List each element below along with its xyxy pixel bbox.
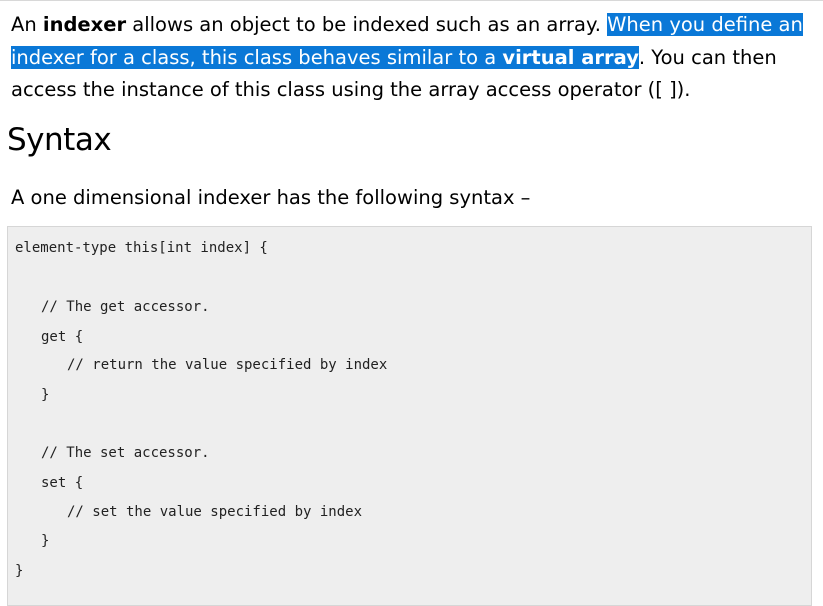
code-line: } [41,387,50,403]
code-line: // The get accessor. [41,299,210,315]
section-heading: Syntax [7,122,112,158]
code-line: } [15,563,24,579]
top-divider [0,0,823,1]
code-line: set { [41,475,84,491]
code-block[interactable]: element-type this[int index] { // The ge… [7,226,812,606]
code-line: // return the value specified by index [67,357,388,373]
intro-bold-indexer: indexer [42,13,127,36]
code-line: // The set accessor. [41,445,210,461]
section-lead-text: A one dimensional indexer has the follow… [11,186,531,209]
code-line: get { [41,329,84,345]
code-line: // set the value specified by index [67,504,363,520]
code-line: } [41,533,50,549]
intro-text-2: allows an object to be indexed such as a… [126,13,608,36]
code-line: element-type this[int index] { [15,240,268,256]
intro-text-1: An [11,13,43,36]
intro-paragraph: An indexer allows an object to be indexe… [11,9,811,107]
selected-bold-virtual-array: virtual array [502,45,639,69]
